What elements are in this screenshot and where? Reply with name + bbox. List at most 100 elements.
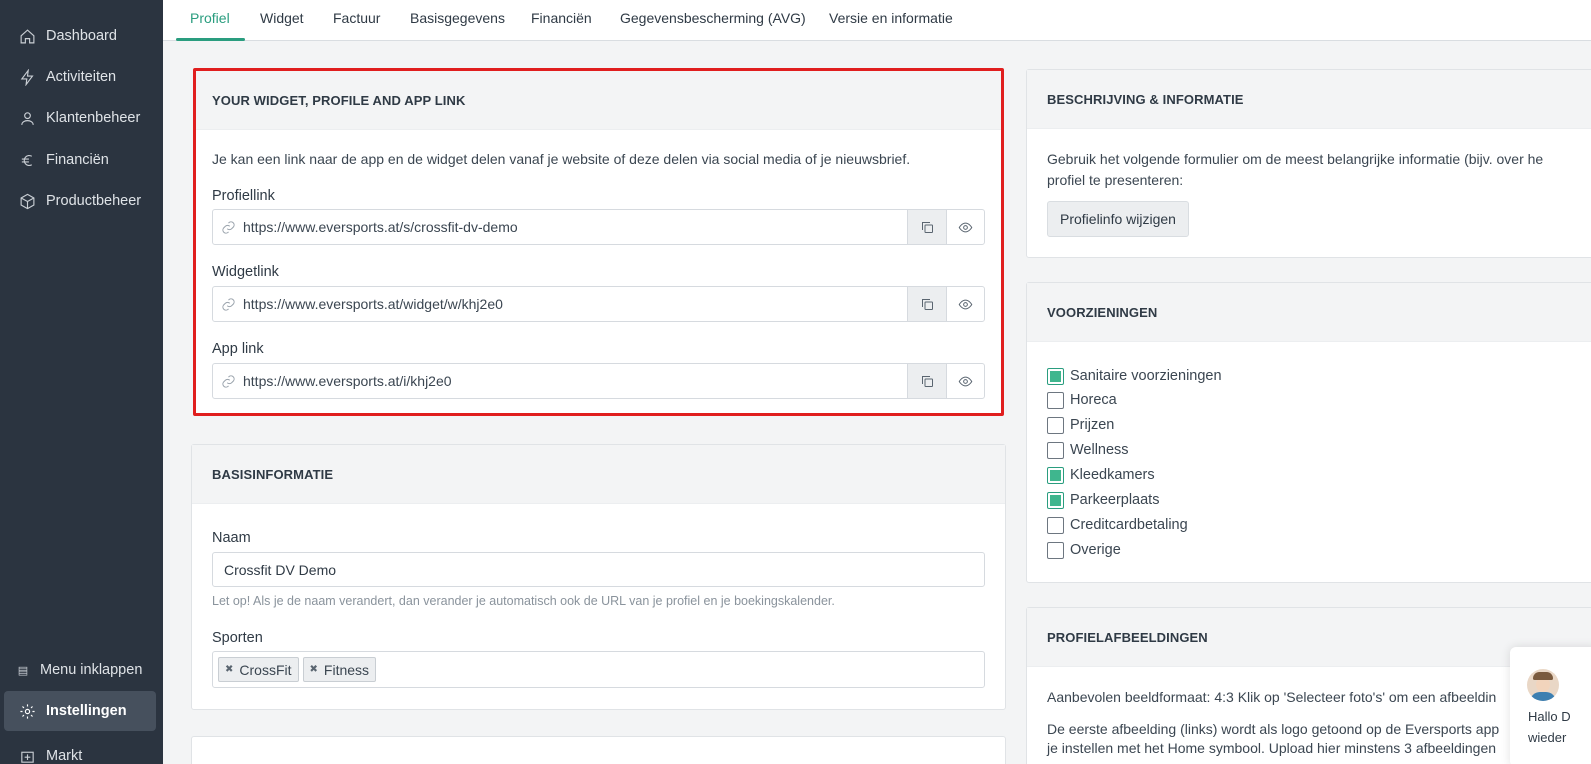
tab-profiel[interactable]: Profiel — [190, 0, 230, 41]
widget-link-field[interactable]: https://www.eversports.at/widget/w/khj2e… — [212, 286, 985, 322]
home-icon — [18, 27, 36, 45]
facility-checkbox[interactable] — [1047, 391, 1064, 409]
facility-checkbox-row[interactable]: Wellness — [1047, 439, 1129, 461]
sidebar-item-label: Productbeheer — [46, 193, 142, 209]
basis-card-title: BASISINFORMATIE — [192, 445, 1005, 504]
sidebar-item-label: Financiën — [46, 152, 109, 168]
beschrijving-card-title: BESCHRIJVING & INFORMATIE — [1027, 70, 1591, 129]
sport-tag: ✖ Fitness — [302, 657, 377, 682]
sidebar-item-instellingen[interactable]: Instellingen — [4, 691, 156, 731]
facility-label: Prijzen — [1070, 417, 1115, 433]
facility-label: Horeca — [1070, 392, 1117, 408]
links-description: Je kan een link naar de app en de widget… — [212, 151, 911, 167]
voorzieningen-card-title: VOORZIENINGEN — [1027, 283, 1591, 342]
copy-icon — [921, 221, 933, 233]
box-icon — [18, 192, 36, 210]
sidebar-item-label: Klantenbeheer — [46, 110, 141, 126]
sidebar-item-activiteiten[interactable]: Activiteiten — [0, 60, 163, 94]
copy-icon — [921, 298, 933, 310]
facility-checkbox-row[interactable]: Sanitaire voorzieningen — [1047, 365, 1222, 387]
afbeeldingen-text-3: je instellen met het Home symbool. Uploa… — [1047, 740, 1497, 756]
edit-profile-info-button[interactable]: Profielinfo wijzigen — [1047, 201, 1189, 237]
tab-factuur[interactable]: Factuur — [333, 0, 380, 41]
tab-gegevensbescherming[interactable]: Gegevensbescherming (AVG) — [620, 0, 806, 41]
tab-widget[interactable]: Widget — [260, 0, 304, 41]
sports-label: Sporten — [212, 630, 263, 646]
tab-basisgegevens[interactable]: Basisgegevens — [410, 0, 505, 41]
facility-checkbox[interactable] — [1047, 516, 1064, 534]
facility-checkbox[interactable] — [1047, 416, 1064, 434]
widget-link-url[interactable]: https://www.eversports.at/widget/w/khj2e… — [243, 296, 907, 312]
app-link-label: App link — [212, 341, 264, 357]
beschrijving-text-1: Gebruik het volgende formulier om de mee… — [1047, 151, 1544, 167]
market-icon — [18, 747, 36, 764]
collapse-icon: ▤ — [17, 664, 29, 677]
sports-select[interactable]: ✖ CrossFit ✖ Fitness — [212, 651, 985, 688]
tab-versie-informatie[interactable]: Versie en informatie — [829, 0, 953, 41]
name-hint: Let op! Als je de naam verandert, dan ve… — [212, 594, 835, 608]
tab-bar: Profiel Widget Factuur Basisgegevens Fin… — [163, 0, 1591, 41]
facility-checkbox-row[interactable]: Kleedkamers — [1047, 464, 1155, 486]
menu-collapse-button[interactable]: ▤ Menu inklappen — [0, 653, 163, 687]
facility-checkbox[interactable] — [1047, 541, 1064, 559]
facility-checkbox[interactable] — [1047, 367, 1064, 385]
avatar — [1527, 669, 1559, 701]
profile-link-field[interactable]: https://www.eversports.at/s/crossfit-dv-… — [212, 209, 985, 245]
sidebar: Dashboard Activiteiten Klantenbeheer Fin… — [0, 0, 163, 764]
sidebar-item-klantenbeheer[interactable]: Klantenbeheer — [0, 101, 163, 135]
app-link-url[interactable]: https://www.eversports.at/i/khj2e0 — [243, 373, 907, 389]
preview-button[interactable] — [946, 364, 984, 398]
lightning-icon — [18, 68, 36, 86]
facility-label: Wellness — [1070, 442, 1129, 458]
chat-widget[interactable]: Hallo D wieder — [1510, 647, 1591, 764]
copy-button[interactable] — [907, 364, 946, 398]
app-link-field[interactable]: https://www.eversports.at/i/khj2e0 — [212, 363, 985, 399]
gear-icon — [18, 702, 36, 720]
sidebar-item-dashboard[interactable]: Dashboard — [0, 19, 163, 53]
eye-icon — [958, 222, 973, 232]
active-tab-indicator — [176, 38, 245, 41]
sidebar-item-label: Instellingen — [46, 703, 127, 719]
name-input[interactable]: Crossfit DV Demo — [212, 552, 985, 587]
facility-checkbox-row[interactable]: Horeca — [1047, 389, 1117, 411]
afbeeldingen-card-title: PROFIELAFBEELDINGEN — [1027, 608, 1591, 667]
facility-checkbox[interactable] — [1047, 466, 1064, 484]
facility-checkbox-row[interactable]: Creditcardbetaling — [1047, 514, 1188, 536]
user-icon — [18, 109, 36, 127]
profile-link-url[interactable]: https://www.eversports.at/s/crossfit-dv-… — [243, 219, 907, 235]
facility-checkbox-row[interactable]: Overige — [1047, 539, 1121, 561]
facility-checkbox[interactable] — [1047, 491, 1064, 509]
afbeeldingen-text-2: De eerste afbeelding (links) wordt als l… — [1047, 721, 1500, 737]
copy-button[interactable] — [907, 287, 946, 321]
sidebar-item-label: Dashboard — [46, 28, 117, 44]
tab-financien[interactable]: Financiën — [531, 0, 592, 41]
sidebar-item-markt[interactable]: Markt — [0, 739, 163, 764]
remove-tag-icon[interactable]: ✖ — [310, 664, 318, 675]
links-card-title: YOUR WIDGET, PROFILE AND APP LINK — [196, 71, 1001, 130]
facility-label: Parkeerplaats — [1070, 492, 1160, 508]
facility-checkbox-row[interactable]: Prijzen — [1047, 414, 1114, 436]
facility-checkbox[interactable] — [1047, 441, 1064, 459]
eye-icon — [958, 299, 973, 309]
sport-tag: ✖ CrossFit — [218, 657, 299, 682]
sidebar-item-label: Activiteiten — [46, 69, 117, 85]
copy-button[interactable] — [907, 210, 946, 244]
sidebar-item-productbeheer[interactable]: Productbeheer — [0, 184, 163, 218]
sidebar-item-financien[interactable]: Financiën — [0, 143, 163, 177]
link-icon — [213, 374, 243, 389]
facility-label: Creditcardbetaling — [1070, 517, 1188, 533]
afbeeldingen-text-1: Aanbevolen beeldformaat: 4:3 Klik op 'Se… — [1047, 689, 1497, 705]
profile-link-label: Profiellink — [212, 188, 275, 204]
link-icon — [213, 220, 243, 235]
preview-button[interactable] — [946, 287, 984, 321]
beschrijving-text-2: profiel te presenteren: — [1047, 172, 1184, 188]
preview-button[interactable] — [946, 210, 984, 244]
remove-tag-icon[interactable]: ✖ — [225, 664, 233, 675]
facility-label: Overige — [1070, 542, 1121, 558]
menu-collapse-label: Menu inklappen — [40, 662, 143, 678]
widget-link-label: Widgetlink — [212, 264, 279, 280]
copy-icon — [921, 375, 933, 387]
eye-icon — [958, 376, 973, 386]
link-icon — [213, 297, 243, 312]
facility-checkbox-row[interactable]: Parkeerplaats — [1047, 489, 1159, 511]
